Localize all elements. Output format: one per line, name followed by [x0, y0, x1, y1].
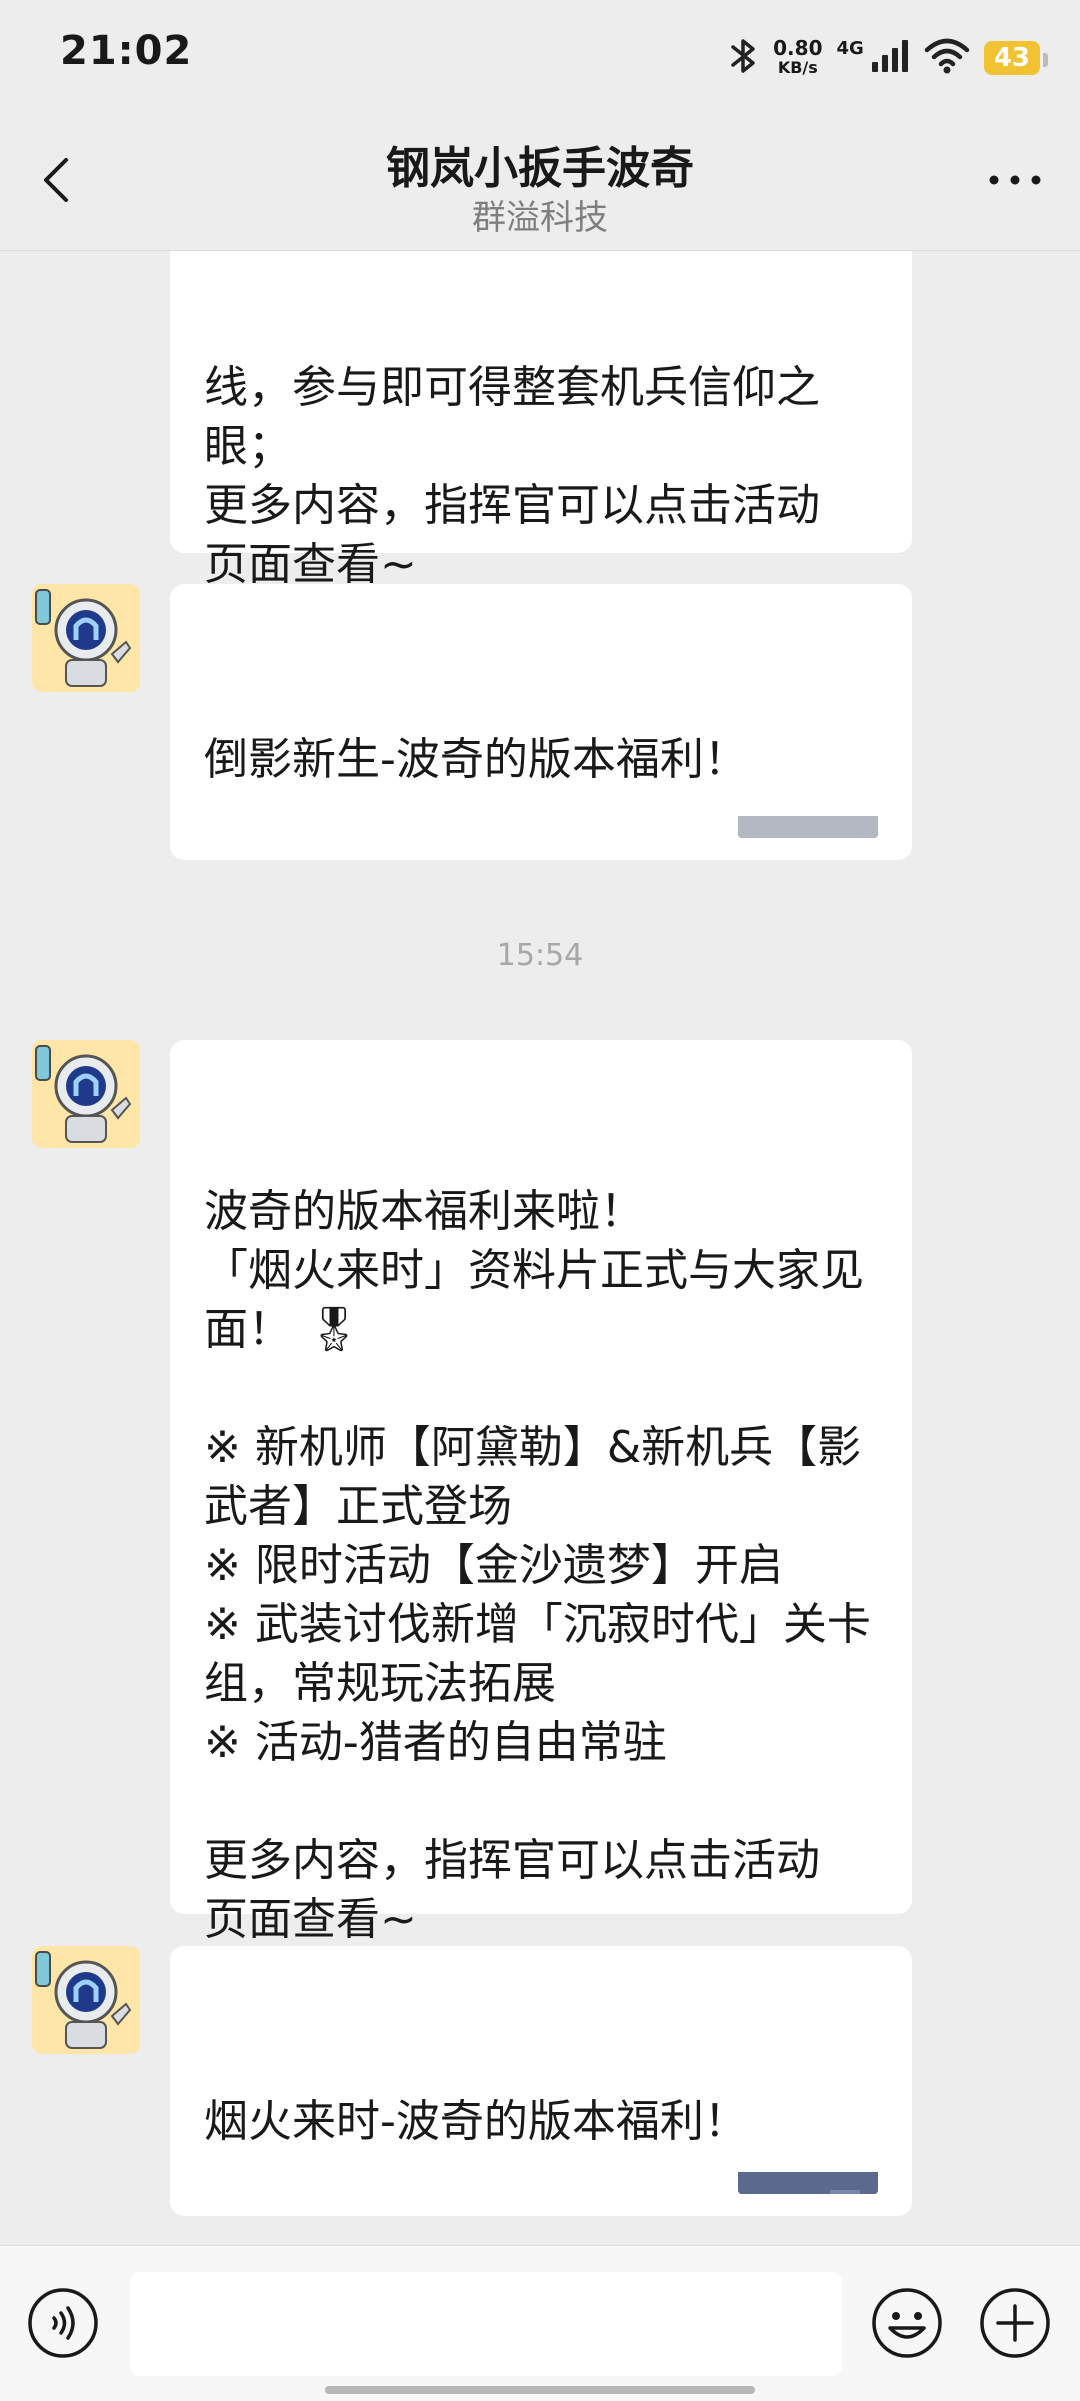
status-bar: 21:02 0.80 KB/s 4G 43	[0, 0, 1080, 110]
message-link-card[interactable]: 倒影新生-波奇的版本福利！	[170, 584, 912, 860]
message-text: 波奇的版本福利来啦！ 「烟火来时」资料片正式与大家见 面！ 🎖 ※ 新机师【阿黛…	[204, 1186, 871, 2004]
message-bubble-text[interactable]: 线，参与即可得整套机兵信仰之 眼； 更多内容，指挥官可以点击活动 页面查看~ 🌟…	[170, 250, 912, 649]
home-indicator[interactable]	[325, 2386, 755, 2394]
avatar[interactable]	[32, 1946, 140, 2054]
signal-icon	[870, 38, 910, 78]
status-icons: 0.80 KB/s 4G 43	[729, 34, 1049, 82]
avatar[interactable]	[32, 1040, 140, 1148]
link-card-thumbnail: 火来	[738, 2054, 878, 2194]
input-bar	[0, 2245, 1080, 2401]
avatar[interactable]	[32, 584, 140, 692]
bluetooth-icon	[729, 36, 759, 80]
message-input[interactable]	[130, 2272, 842, 2376]
chat-title: 钢岚小扳手波奇	[386, 143, 694, 194]
wifi-icon	[924, 38, 970, 78]
robot-avatar-icon	[32, 584, 140, 692]
message-timestamp: 15:54	[496, 938, 584, 973]
battery-icon: 43	[983, 41, 1049, 75]
more-button[interactable]	[980, 160, 1050, 200]
status-time: 21:02	[60, 28, 193, 74]
voice-button[interactable]	[26, 2286, 100, 2360]
voice-icon	[28, 2288, 98, 2358]
robot-avatar-icon	[32, 1946, 140, 2054]
net-speed-value: 0.80	[773, 36, 823, 60]
robot-avatar-icon	[32, 1040, 140, 1148]
link-card-thumbnail	[738, 698, 878, 838]
net-speed-unit: KB/s	[777, 58, 818, 77]
plus-button[interactable]	[978, 2286, 1052, 2360]
message-bubble-text[interactable]: 波奇的版本福利来啦！ 「烟火来时」资料片正式与大家见 面！ 🎖 ※ 新机师【阿黛…	[170, 1040, 912, 2004]
chat-message-list[interactable]: 线，参与即可得整套机兵信仰之 眼； 更多内容，指挥官可以点击活动 页面查看~ 🌟…	[0, 250, 1080, 2245]
chat-header: 钢岚小扳手波奇 群溢科技	[0, 110, 1080, 251]
emoji-button[interactable]	[870, 2286, 944, 2360]
plus-icon	[980, 2288, 1050, 2358]
message-link-card[interactable]: 烟火来时-波奇的版本福利！ 火来	[170, 1946, 912, 2216]
emoji-icon	[872, 2288, 942, 2358]
network-type: 4G	[836, 38, 864, 59]
chat-subtitle: 群溢科技	[472, 198, 608, 238]
net-speed: 0.80 KB/s	[773, 38, 822, 78]
more-dots-icon	[989, 175, 1041, 185]
